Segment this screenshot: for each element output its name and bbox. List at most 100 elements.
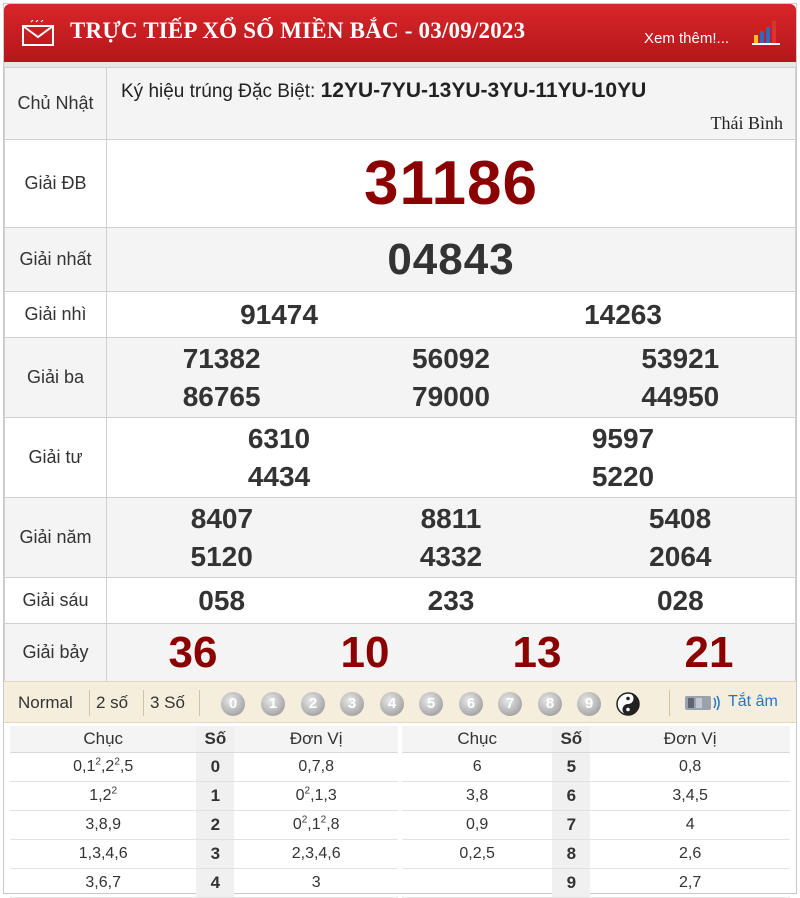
digit-cell: 6 (552, 781, 591, 811)
prize-6-number: 233 (427, 584, 475, 616)
prize-6-number: 028 (656, 584, 704, 616)
digit-9-button[interactable]: 9 (577, 692, 601, 716)
special-codes-value: 12YU-7YU-13YU-3YU-11YU-10YU (320, 78, 647, 102)
digit-6-button[interactable]: 6 (459, 692, 483, 716)
day-label: Chủ Nhật (4, 67, 107, 140)
stats-table-right: Chục Số Đơn Vị 6 5 0,8 3,8 6 3,4,5 0,9 7 4 0,2,5 8… (402, 726, 790, 898)
units-cell: 02,1,3 (234, 781, 398, 811)
stats-row: 0,2,5 8 2,6 (402, 839, 790, 869)
digit-3-button[interactable]: 3 (340, 692, 364, 716)
tens-cell: 0,12,22,5 (10, 752, 197, 782)
divider (143, 690, 144, 716)
tens-cell: 1,22 (10, 781, 197, 811)
divider (199, 690, 200, 716)
prize-1-label: Giải nhất (4, 227, 107, 292)
prize-5-number: 5120 (190, 540, 253, 572)
tens-cell: 1,3,4,6 (10, 839, 197, 869)
prize-3-number: 56092 (412, 342, 490, 374)
tens-cell: 0,9 (402, 810, 553, 840)
digit-8-button[interactable]: 8 (538, 692, 562, 716)
units-cell: 2,7 (590, 868, 790, 898)
prize-5-number: 8407 (190, 502, 254, 534)
more-link[interactable]: Xem thêm!... (644, 30, 729, 47)
prize-2-number: 14263 (584, 298, 662, 330)
prize-4-number: 5220 (591, 460, 655, 492)
digit-cell: 5 (552, 752, 591, 782)
digit-7-button[interactable]: 7 (498, 692, 522, 716)
digit-1-button[interactable]: 1 (261, 692, 285, 716)
column-header: Số (552, 726, 591, 753)
digit-cell: 9 (552, 868, 591, 898)
digit-cell: 3 (196, 839, 235, 869)
stats-row: 1,3,4,6 3 2,3,4,6 (10, 839, 398, 869)
option-2-digits[interactable]: 2 số (96, 693, 128, 713)
digit-cell: 8 (552, 839, 591, 869)
prize-3-number: 79000 (412, 380, 490, 412)
digit-5-button[interactable]: 5 (419, 692, 443, 716)
prize-3-number: 44950 (641, 380, 720, 412)
tens-cell: 0,2,5 (402, 839, 553, 869)
stats-row: 3,8,9 2 02,12,8 (10, 810, 398, 840)
tens-cell: 3,6,7 (10, 868, 197, 898)
prize-3-number: 53921 (641, 342, 720, 374)
prize-4-label: Giải tư (4, 417, 107, 498)
option-3-digits[interactable]: 3 Số (150, 693, 185, 713)
prize-7-number: 10 (340, 627, 390, 677)
speaker-icon[interactable] (683, 692, 723, 714)
prize-7-number: 36 (168, 627, 218, 677)
prize-6-label: Giải sáu (4, 577, 107, 624)
units-cell: 2,6 (590, 839, 790, 869)
units-cell: 4 (590, 810, 790, 840)
province-name: Thái Bình (710, 112, 784, 133)
column-header: Số (196, 726, 235, 753)
column-header: Đơn Vị (590, 726, 790, 753)
digit-2-button[interactable]: 2 (301, 692, 325, 716)
stats-row: 6 5 0,8 (402, 752, 790, 782)
prize-2-label: Giải nhì (4, 291, 107, 338)
units-cell: 0,7,8 (234, 752, 398, 782)
digit-4-button[interactable]: 4 (380, 692, 404, 716)
page-title: TRỰC TIẾP XỔ SỐ MIỀN BẮC - 03/09/2023 (70, 18, 526, 43)
units-cell: 3 (234, 868, 398, 898)
digit-0-button[interactable]: 0 (221, 692, 245, 716)
filter-bar: Normal 2 số 3 Số 0 1 2 3 4 5 6 7 8 9 Tắt… (4, 681, 796, 723)
tens-cell: 3,8 (402, 781, 553, 811)
digit-cell: 4 (196, 868, 235, 898)
prize-5-number: 8811 (420, 502, 482, 534)
digit-cell: 0 (196, 752, 235, 782)
tens-cell (402, 868, 553, 898)
prize-3-number: 86765 (182, 380, 261, 412)
prize-6-number: 058 (198, 584, 246, 616)
prize-7-number: 13 (512, 627, 562, 677)
units-cell: 3,4,5 (590, 781, 790, 811)
mute-toggle[interactable]: Tắt âm (728, 693, 778, 711)
stats-row: 1,22 1 02,1,3 (10, 781, 398, 811)
prize-db-number: 31186 (106, 139, 796, 228)
header-bar: TRỰC TIẾP XỔ SỐ MIỀN BẮC - 03/09/2023 Xe… (4, 4, 796, 62)
digit-cell: 1 (196, 781, 235, 811)
results-table: Chủ Nhật Ký hiệu trúng Đặc Biệt: 12YU-7Y… (4, 67, 796, 682)
stats-row: 3,8 6 3,4,5 (402, 781, 790, 811)
prize-3-number: 71382 (182, 342, 261, 374)
prize-1-number: 04843 (106, 227, 796, 292)
yin-yang-icon[interactable] (616, 692, 640, 716)
stats-table-left: Chục Số Đơn Vị 0,12,22,5 0 0,7,8 1,22 1 02,1,… (10, 726, 398, 898)
digit-cell: 2 (196, 810, 235, 840)
units-cell: 02,12,8 (234, 810, 398, 840)
prize-4-number: 4434 (247, 460, 311, 492)
envelope-icon (22, 20, 54, 46)
prize-4-number: 6310 (247, 422, 311, 454)
prize-4-number: 9597 (591, 422, 655, 454)
bar-chart-icon[interactable] (752, 19, 782, 45)
stats-row: 0,12,22,5 0 0,7,8 (10, 752, 398, 782)
divider (89, 690, 90, 716)
stats-row: 3,6,7 4 3 (10, 868, 398, 898)
prize-2-number: 91474 (240, 298, 318, 330)
prize-7-label: Giải bảy (4, 623, 107, 682)
tens-cell: 6 (402, 752, 553, 782)
option-normal[interactable]: Normal (18, 693, 73, 713)
column-header: Chục (402, 726, 553, 753)
prize-5-number: 4332 (419, 540, 483, 572)
column-header: Đơn Vị (234, 726, 398, 753)
stats-row: 9 2,7 (402, 868, 790, 898)
